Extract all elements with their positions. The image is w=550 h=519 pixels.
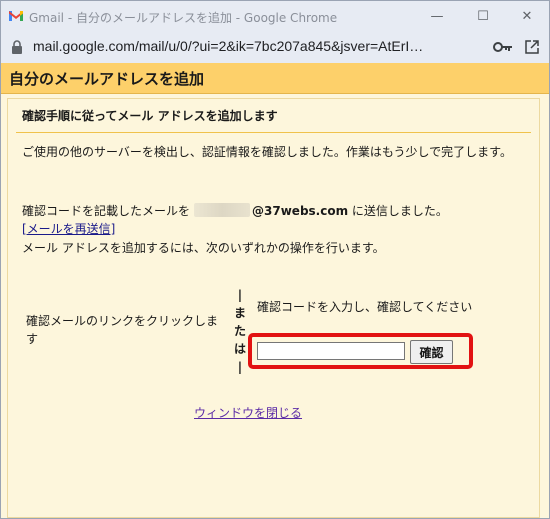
key-icon[interactable] bbox=[493, 41, 513, 53]
close-window-link[interactable]: ウィンドウを閉じる bbox=[194, 404, 302, 421]
close-window-button[interactable]: ✕ bbox=[504, 1, 550, 32]
intro-text: ご使用の他のサーバーを検出し、認証情報を確認しました。作業はもう少しで完了します… bbox=[22, 145, 512, 159]
section-subtitle: 確認手順に従ってメール アドレスを追加します bbox=[22, 109, 278, 123]
window-title: Gmail - 自分のメールアドレスを追加 - Google Chrome bbox=[29, 11, 338, 25]
divider bbox=[16, 132, 531, 133]
url-text[interactable]: mail.google.com/mail/u/0/?ui=2&ik=7bc207… bbox=[33, 38, 478, 54]
sent-prefix: 確認コードを記載したメールを bbox=[22, 204, 191, 218]
resend-email-link[interactable]: [メールを再送信] bbox=[22, 220, 115, 238]
address-bar: mail.google.com/mail/u/0/?ui=2&ik=7bc207… bbox=[1, 32, 549, 63]
verification-code-input[interactable] bbox=[257, 342, 405, 360]
sent-message: 確認コードを記載したメールを @37webs.com に送信しました。 bbox=[22, 202, 448, 220]
option-enter-code-text: 確認コードを入力し、確認してください bbox=[257, 300, 473, 314]
or-separator: | ま た は | bbox=[234, 286, 246, 376]
lock-icon[interactable] bbox=[11, 40, 23, 55]
or-separator-bar-top: | bbox=[237, 288, 243, 302]
instruction-text: メール アドレスを追加するには、次のいずれかの操作を行います。 bbox=[22, 241, 385, 255]
gmail-logo-icon bbox=[9, 11, 23, 21]
content-panel: 確認手順に従ってメール アドレスを追加します ご使用の他のサーバーを検出し、認証… bbox=[7, 98, 540, 518]
maximize-button[interactable]: ☐ bbox=[460, 1, 506, 32]
confirm-button[interactable]: 確認 bbox=[410, 340, 453, 364]
open-in-new-window-icon[interactable] bbox=[525, 40, 539, 54]
or-separator-bar-bottom: | bbox=[237, 360, 243, 374]
or-separator-char: ま bbox=[234, 306, 247, 320]
minimize-button[interactable]: — bbox=[414, 1, 460, 32]
page-title: 自分のメールアドレスを追加 bbox=[9, 70, 205, 88]
or-separator-char: た bbox=[234, 324, 247, 338]
option-click-link-text: 確認メールのリンクをクリックします bbox=[26, 314, 219, 346]
or-separator-char: は bbox=[234, 342, 247, 356]
email-domain: @37webs.com bbox=[252, 204, 349, 218]
sent-suffix: に送信しました。 bbox=[348, 204, 448, 218]
redacted-email-user bbox=[194, 203, 251, 217]
title-bar[interactable]: Gmail - 自分のメールアドレスを追加 - Google Chrome — … bbox=[1, 1, 549, 32]
page-header: 自分のメールアドレスを追加 bbox=[1, 63, 549, 94]
browser-popup-window: Gmail - 自分のメールアドレスを追加 - Google Chrome — … bbox=[0, 0, 550, 519]
